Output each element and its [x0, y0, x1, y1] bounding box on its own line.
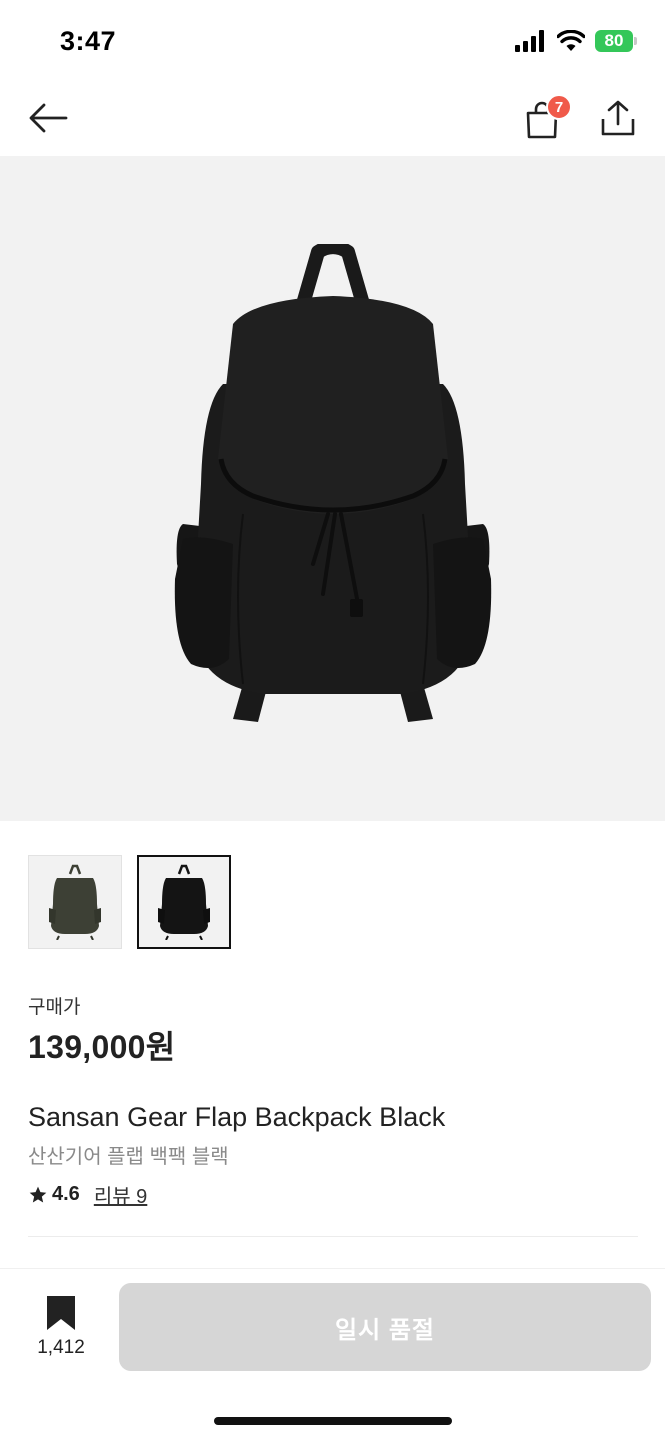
cart-button[interactable]: 7 — [520, 94, 572, 142]
soldout-button[interactable]: 일시 품절 — [119, 1283, 651, 1371]
status-icons: 80 — [515, 30, 637, 52]
top-navigation: 7 — [0, 80, 665, 156]
battery-level: 80 — [604, 31, 624, 50]
price-label: 구매가 — [28, 997, 81, 1018]
bookmark-icon — [47, 1296, 75, 1330]
bookmark-count: 1,412 — [37, 1337, 85, 1358]
status-bar: 3:47 80 — [0, 0, 665, 80]
home-indicator[interactable] — [214, 1417, 452, 1425]
cellular-signal-icon — [515, 30, 544, 52]
share-icon — [601, 100, 635, 136]
review-link[interactable]: 리뷰 9 — [94, 1180, 147, 1209]
backpack-thumbnail-olive — [49, 864, 101, 940]
bottom-action-bar: 1,412 일시 품절 — [0, 1268, 665, 1440]
thumbnail-black[interactable] — [137, 855, 231, 949]
product-image[interactable] — [0, 156, 665, 821]
share-button[interactable] — [596, 96, 640, 140]
back-button[interactable] — [26, 96, 70, 140]
rating-value: 4.6 — [52, 1183, 80, 1205]
star-icon — [29, 1186, 47, 1202]
back-arrow-icon — [29, 103, 68, 133]
rating-row: 4.6 리뷰 9 — [28, 1180, 147, 1209]
battery-icon: 80 — [595, 30, 637, 52]
backpack-thumbnail-black — [158, 864, 210, 940]
thumbnail-olive[interactable] — [28, 855, 122, 949]
divider — [28, 1236, 638, 1237]
price: 139,000원 — [28, 1029, 176, 1065]
bookmark-button[interactable]: 1,412 — [28, 1295, 94, 1359]
product-name-ko: 산산기어 플랩 백팩 블랙 — [28, 1146, 229, 1168]
thumbnail-gallery — [28, 855, 231, 949]
status-time: 3:47 — [60, 26, 117, 56]
backpack-image — [174, 243, 491, 722]
cart-count-badge: 7 — [546, 94, 572, 120]
wifi-icon — [557, 30, 585, 51]
product-name-en: Sansan Gear Flap Backpack Black — [28, 1102, 446, 1132]
